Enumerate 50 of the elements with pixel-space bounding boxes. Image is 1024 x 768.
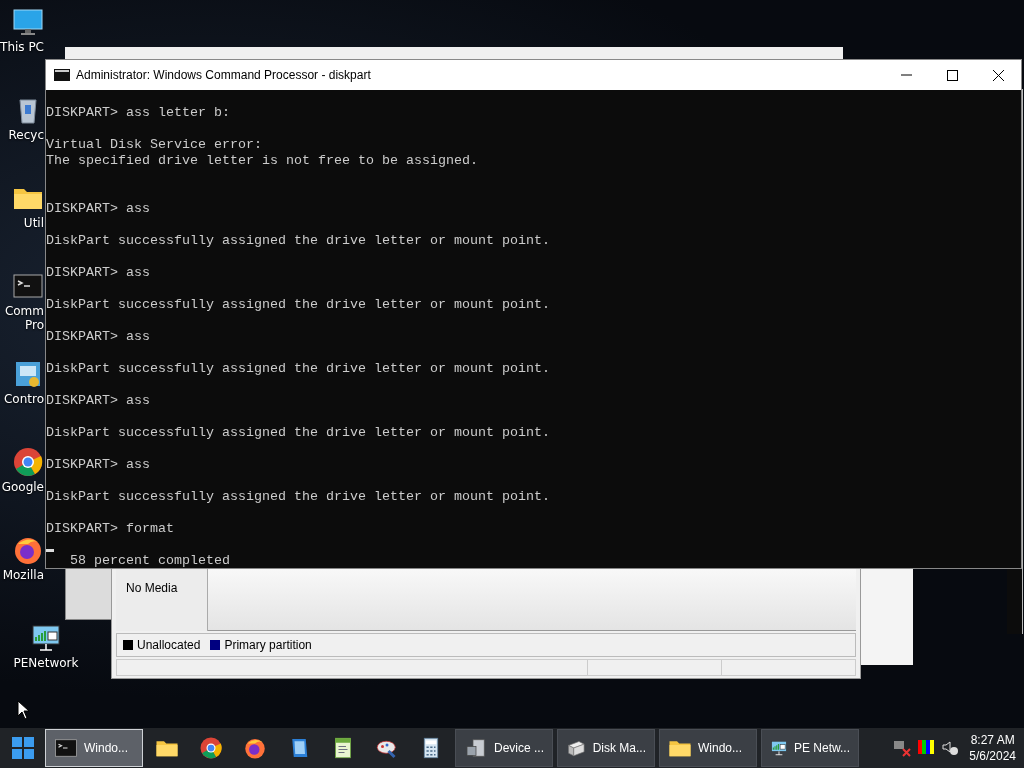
console-line: 58 percent completed xyxy=(69,553,230,568)
taskbar-clock[interactable]: 8:27 AM 5/6/2024 xyxy=(969,732,1016,764)
console-line: DISKPART> ass xyxy=(46,201,150,217)
console-line: Virtual Disk Service error: xyxy=(46,137,262,153)
disk-status-cell: No Media xyxy=(116,569,208,631)
legend-label: Primary partition xyxy=(224,638,312,652)
console-line: DiskPart successfully assigned the drive letter or mount point. xyxy=(46,233,550,249)
taskbar-window-button[interactable]: Device ... xyxy=(455,729,553,767)
taskbar-window-button[interactable]: Windo... xyxy=(659,729,757,767)
text-cursor xyxy=(46,549,54,552)
console-line: DiskPart successfully assigned the drive letter or mount point. xyxy=(46,361,550,377)
taskbar-window-button[interactable]: Disk Ma... xyxy=(557,729,655,767)
taskbar-window-button[interactable]: PE Netw... xyxy=(761,729,859,767)
desktop-icon-label[interactable]: Mozilla xyxy=(2,568,44,582)
console-line: DiskPart successfully assigned the drive letter or mount point. xyxy=(46,297,550,313)
console-line: The specified drive letter is not free to be assigned. xyxy=(46,153,478,169)
desktop-icon-label[interactable]: Contro xyxy=(3,392,44,406)
desktop-icon-label[interactable]: PENetwork xyxy=(13,656,79,670)
desktop-icon-label[interactable]: Recyc xyxy=(8,128,44,142)
mouse-pointer-icon xyxy=(17,700,29,720)
console-line: DISKPART> ass xyxy=(46,393,150,409)
console-line: DiskPart successfully assigned the drive letter or mount point. xyxy=(46,489,550,505)
console-line: DISKPART> ass xyxy=(46,329,150,345)
start-icon[interactable] xyxy=(12,737,34,759)
console-line: DISKPART> format xyxy=(46,521,174,537)
console-line: DISKPART> ass xyxy=(46,265,150,281)
desktop-icon-label[interactable]: This PC xyxy=(0,40,44,54)
desktop-icon-label[interactable]: Google xyxy=(1,480,44,494)
console-icon xyxy=(54,69,70,81)
desktop-icon-label[interactable]: Util xyxy=(23,216,44,230)
computer-device-icon xyxy=(464,736,488,760)
window-title: Administrator: Windows Command Processor - diskpart xyxy=(76,68,372,82)
console-icon xyxy=(54,736,78,760)
console-line: DISKPART> ass xyxy=(46,457,150,473)
fox-browser-icon xyxy=(243,736,267,760)
maximize-icon xyxy=(946,69,958,81)
taskbar-window-button[interactable]: Windo... xyxy=(45,729,143,767)
monitor-icon xyxy=(12,6,44,38)
browser-icon xyxy=(199,736,223,760)
console-line: DiskPart successfully assigned the drive letter or mount point. xyxy=(46,425,550,441)
desktop-icon-label[interactable]: Comm Pro xyxy=(4,304,44,332)
legend-label: Unallocated xyxy=(137,638,201,652)
network-monitor-icon xyxy=(30,622,62,654)
network-error-icon[interactable] xyxy=(893,739,912,757)
close-icon xyxy=(992,69,1004,81)
minimize-icon xyxy=(900,74,912,76)
browser-icon xyxy=(12,446,44,478)
console-line: DISKPART> ass letter b: xyxy=(46,105,230,121)
color-display-icon[interactable] xyxy=(917,739,936,757)
speaker-muted-icon[interactable] xyxy=(941,739,960,757)
